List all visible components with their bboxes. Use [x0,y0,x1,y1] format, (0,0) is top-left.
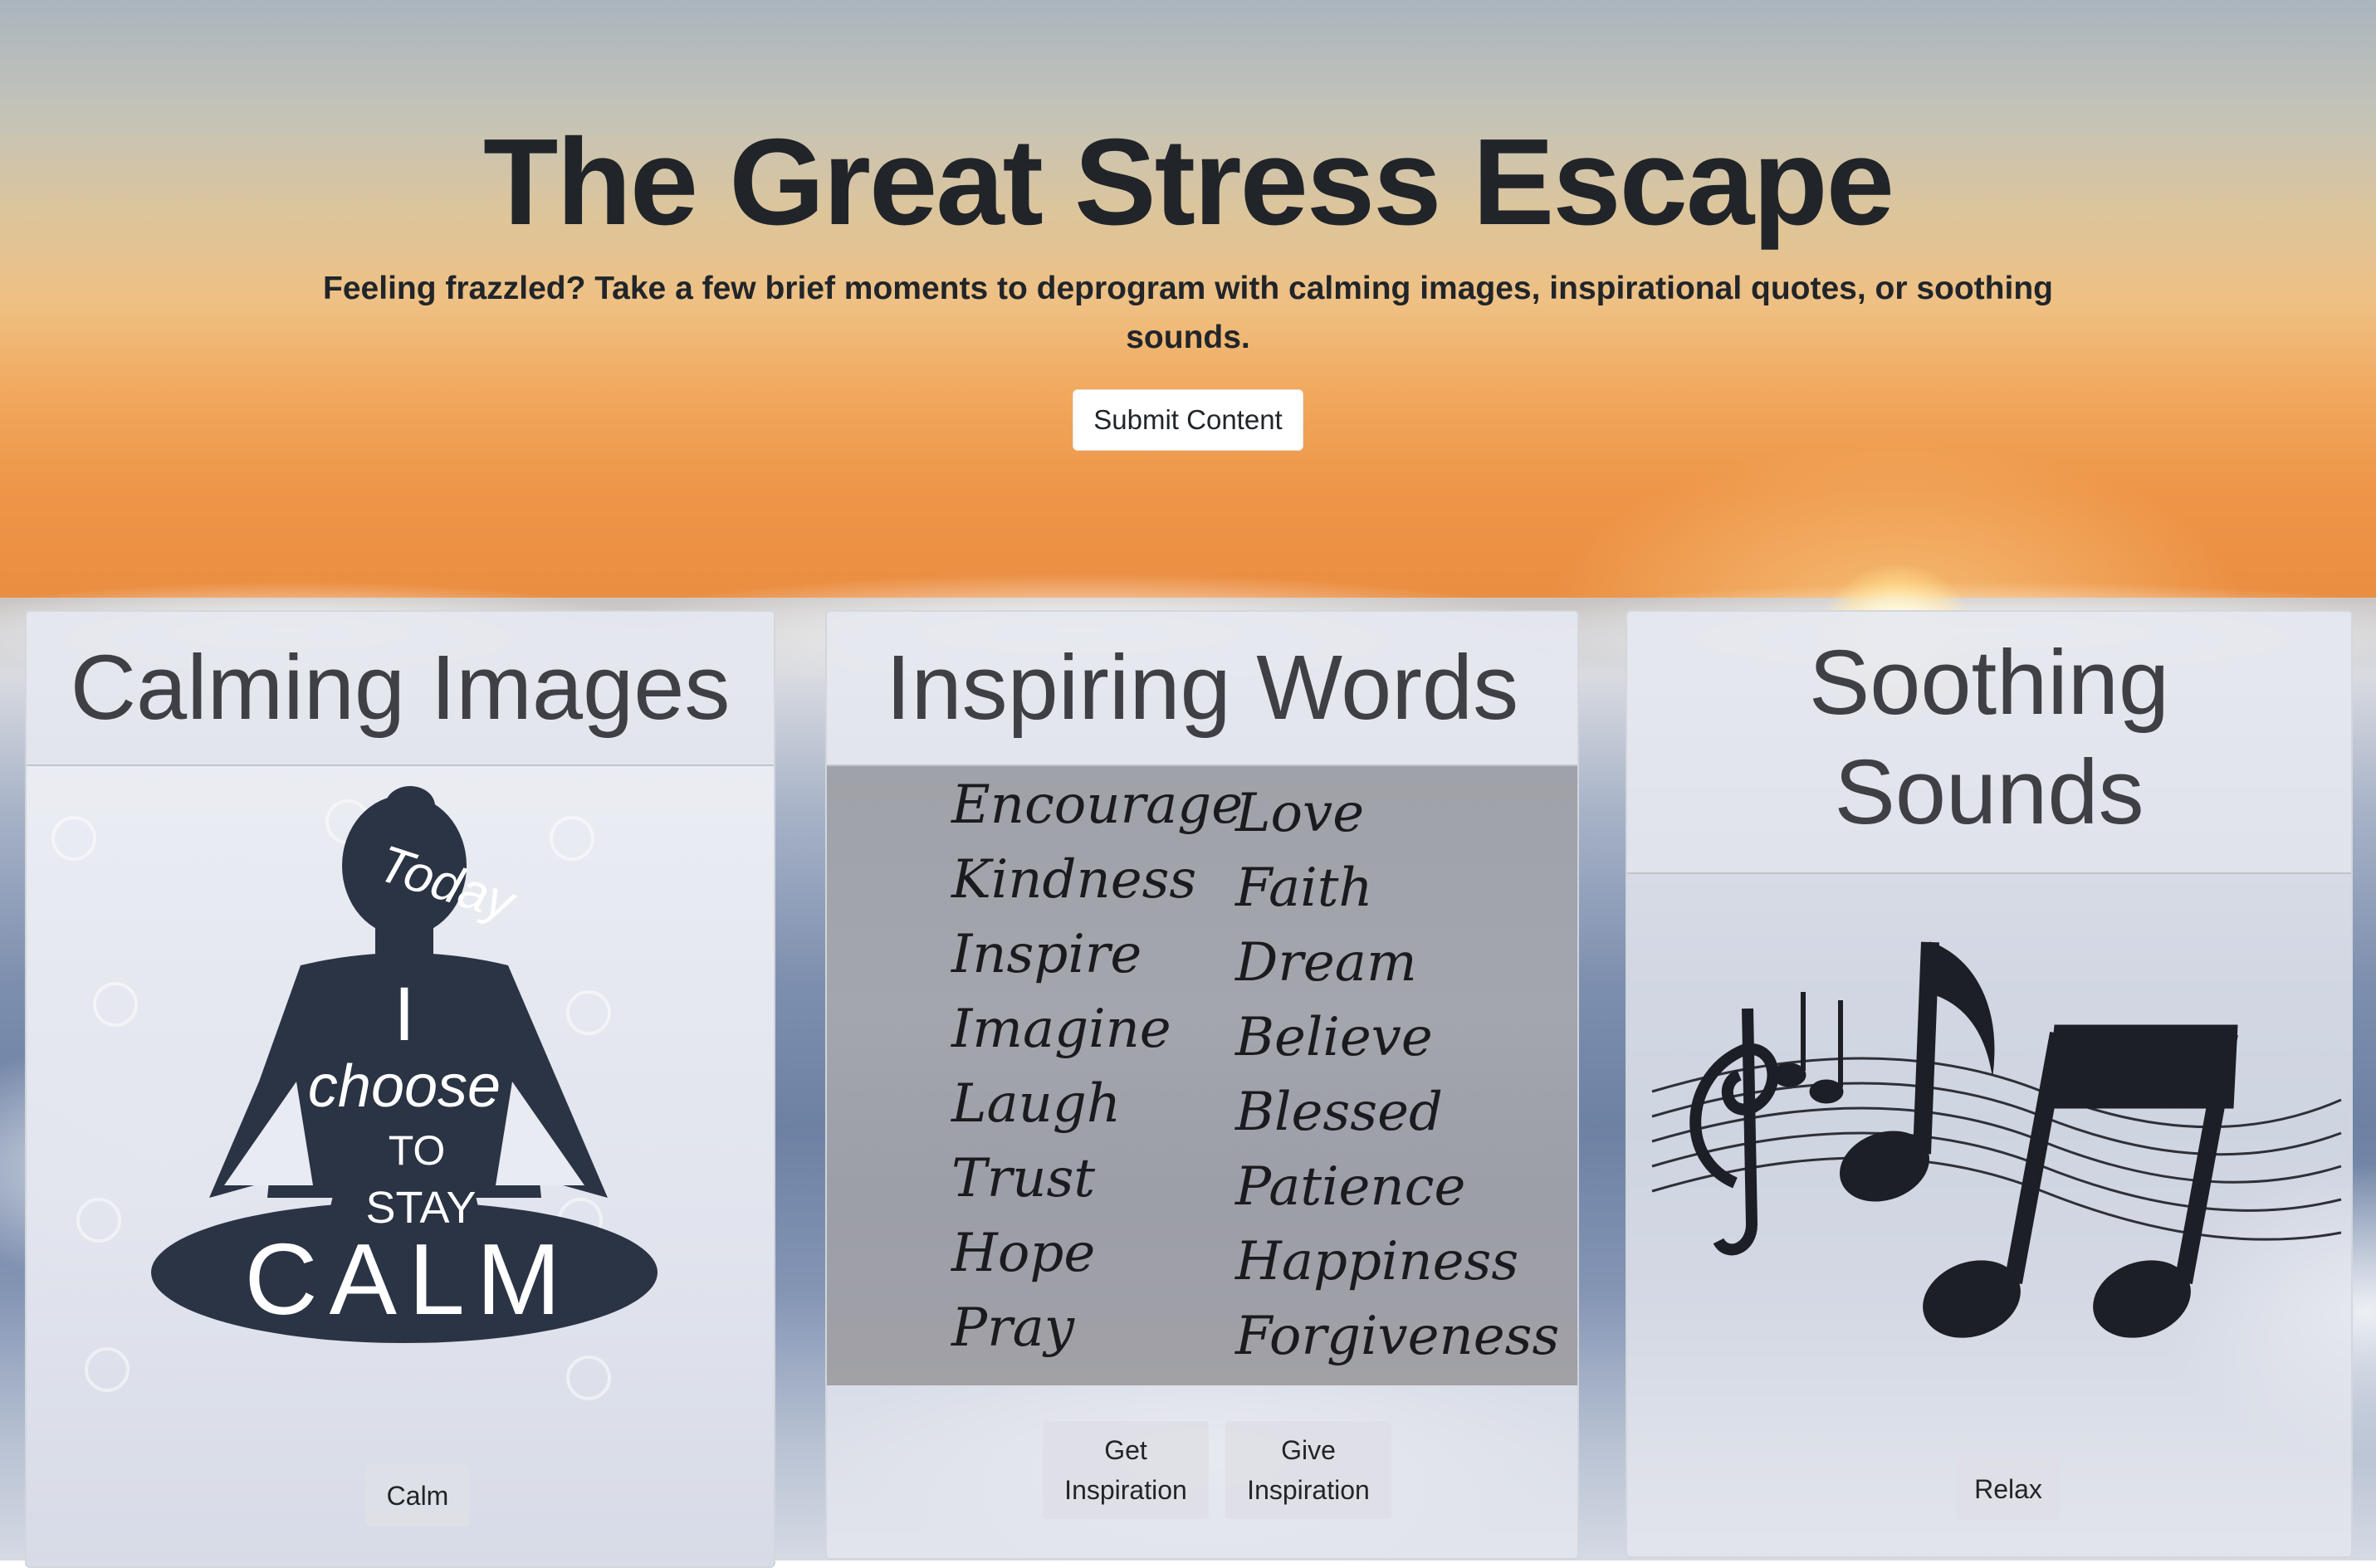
word-item: Laugh [951,1073,1122,1135]
calming-images-card: Calming Images Today I choose TO STAY CA… [25,610,775,1568]
word-item: Imagine [951,999,1171,1060]
inspiring-words-image[interactable]: Encourage Kindness Inspire Imagine Laugh… [827,766,1577,1385]
get-inspiration-label-line2: Inspiration [1064,1475,1187,1505]
music-notes-image[interactable] [1627,876,2351,1473]
svg-text:CALM: CALM [245,1223,573,1336]
word-item: Pray [951,1297,1074,1359]
word-item: Kindness [951,849,1197,911]
give-inspiration-label-line2: Inspiration [1247,1475,1370,1505]
word-item: Inspire [951,924,1142,985]
word-item: Patience [1235,1156,1466,1218]
soothing-sounds-card: Soothing Sounds Relax [1626,610,2353,1558]
calm-button[interactable]: Calm [365,1465,470,1526]
word-item: Encourage [951,774,1244,836]
meditating-figure-icon: Today I choose TO STAY CALM [151,786,658,1343]
word-item: Believe [1235,1007,1433,1068]
submit-content-button[interactable]: Submit Content [1073,389,1303,451]
word-item: Faith [1235,857,1373,919]
word-item: Blessed [1235,1082,1443,1143]
calm-poster-image[interactable]: Today I choose TO STAY CALM [27,766,774,1566]
get-inspiration-button[interactable]: Get Inspiration [1043,1421,1209,1519]
word-item: Trust [951,1148,1096,1209]
page-title: The Great Stress Escape [483,114,1894,251]
word-item: Forgiveness [1235,1306,1560,1367]
music-notes-icon [1651,941,2342,1338]
svg-text:TO: TO [389,1127,446,1174]
relax-button[interactable]: Relax [1956,1458,2061,1520]
svg-text:choose: choose [308,1053,501,1120]
word-item: Love [1235,783,1365,844]
calming-images-title: Calming Images [27,612,774,766]
soothing-sounds-title-line1: Soothing [1808,632,2170,734]
soothing-sounds-title: Soothing Sounds [1627,612,2351,874]
inspiring-words-title: Inspiring Words [827,612,1577,766]
word-item: Happiness [1235,1231,1519,1292]
soothing-sounds-title-line2: Sounds [1834,741,2144,843]
svg-text:I: I [394,972,415,1057]
word-item: Dream [1235,932,1417,994]
inspiring-words-card: Inspiring Words Encourage Kindness Inspi… [825,610,1579,1560]
get-inspiration-label-line1: Get [1104,1435,1147,1465]
give-inspiration-button[interactable]: Give Inspiration [1225,1421,1391,1519]
page-subtitle: Feeling frazzled? Take a few brief momen… [323,271,2053,355]
word-item: Hope [951,1223,1096,1284]
give-inspiration-label-line1: Give [1281,1435,1336,1465]
